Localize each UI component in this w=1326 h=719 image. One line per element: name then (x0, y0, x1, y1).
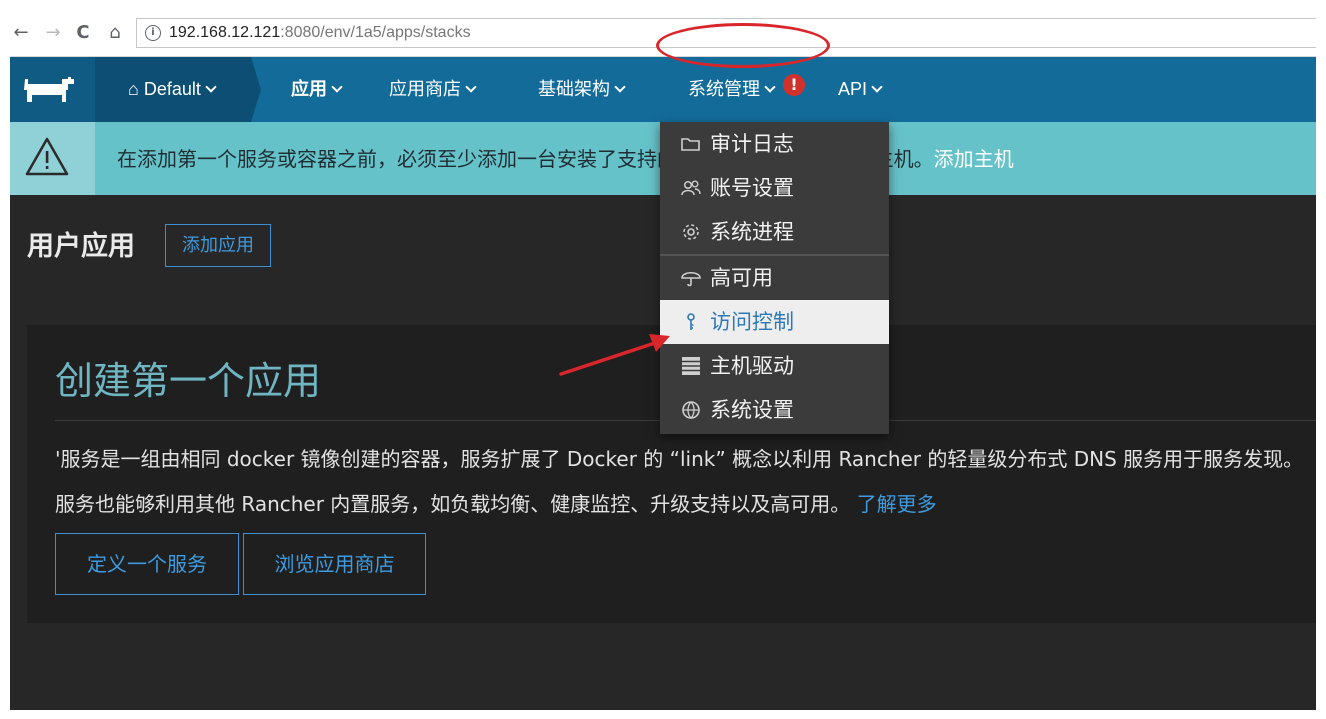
add-app-button[interactable]: 添加应用 (165, 224, 271, 267)
url-path: :8080/env/1a5/apps/stacks (280, 24, 471, 41)
forward-icon[interactable]: → (42, 22, 64, 44)
server-icon (682, 357, 700, 375)
menu-item-audit-log[interactable]: 审计日志 (660, 122, 889, 166)
alert-icon[interactable]: ! (783, 74, 805, 96)
back-icon[interactable]: ← (10, 22, 32, 44)
umbrella-icon (681, 271, 701, 287)
card-title: 创建第一个应用 (55, 359, 322, 403)
screenshot: ← → C ⌂ i 192.168.12.121:8080/env/1a5/ap… (0, 0, 1326, 719)
chevron-down-icon (764, 81, 776, 93)
menu-item-access-control[interactable]: 访问控制 (660, 300, 889, 344)
admin-dropdown-menu: 审计日志 账号设置 系统进程 高可用 访问控制 主机驱动 系统设置 (660, 122, 889, 434)
nav-api-label: API (838, 79, 868, 99)
menu-item-high-availability[interactable]: 高可用 (660, 256, 889, 300)
chevron-down-icon (465, 81, 477, 93)
nav-apps-label: 应用 (291, 79, 327, 99)
menu-item-label: 系统设置 (710, 398, 794, 422)
browser-window: ← → C ⌂ i 192.168.12.121:8080/env/1a5/ap… (10, 10, 1316, 710)
environment-name: Default (143, 79, 201, 99)
menu-item-label: 审计日志 (710, 132, 794, 156)
key-icon (687, 313, 695, 330)
rancher-logo[interactable] (10, 57, 95, 122)
annotation-highlight-ellipse (656, 23, 830, 68)
menu-item-accounts[interactable]: 账号设置 (660, 166, 889, 210)
home-outline-icon: ⌂ (128, 79, 139, 99)
chevron-down-icon (331, 81, 343, 93)
nav-admin-label: 系统管理 (688, 79, 760, 99)
menu-item-label: 主机驱动 (710, 354, 794, 378)
chevron-down-icon (871, 81, 883, 93)
menu-item-label: 系统进程 (710, 220, 794, 244)
warning-icon (25, 137, 69, 176)
menu-item-label: 高可用 (710, 266, 773, 290)
browse-catalog-button[interactable]: 浏览应用商店 (243, 533, 426, 595)
page-title: 用户应用 (27, 231, 135, 262)
card-description-2-text: 服务也能够利用其他 Rancher 内置服务，如负载均衡、健康监控、升级支持以及… (55, 492, 851, 516)
cow-logo-icon (24, 77, 74, 102)
nav-api[interactable]: API (838, 77, 883, 101)
define-service-button[interactable]: 定义一个服务 (55, 533, 239, 595)
chevron-down-icon (614, 81, 626, 93)
gear-icon (683, 224, 699, 240)
learn-more-link[interactable]: 了解更多 (857, 492, 937, 516)
nav-admin[interactable]: 系统管理 (688, 77, 776, 101)
add-host-link[interactable]: 添加主机 (934, 147, 1014, 171)
card-description-2: 服务也能够利用其他 Rancher 内置服务，如负载均衡、健康监控、升级支持以及… (55, 490, 937, 518)
nav-infrastructure[interactable]: 基础架构 (538, 77, 626, 101)
menu-item-host-drivers[interactable]: 主机驱动 (660, 344, 889, 388)
menu-item-settings[interactable]: 系统设置 (660, 388, 889, 432)
card-description-1: '服务是一组由相同 docker 镜像创建的容器，服务扩展了 Docker 的 … (55, 447, 1304, 471)
menu-item-label: 访问控制 (710, 310, 794, 334)
nav-infrastructure-label: 基础架构 (538, 79, 610, 99)
info-icon[interactable]: i (145, 25, 161, 41)
nav-apps[interactable]: 应用 (291, 77, 343, 101)
menu-item-processes[interactable]: 系统进程 (660, 210, 889, 254)
home-icon[interactable]: ⌂ (104, 22, 126, 44)
reload-icon[interactable]: C (72, 22, 94, 44)
nav-catalog-label: 应用商店 (389, 79, 461, 99)
app-header: ⌂ Default 应用 应用商店 基础架构 系统管理 ! API (10, 57, 1316, 122)
environment-menu[interactable]: ⌂ Default (128, 77, 217, 101)
globe-icon (682, 401, 700, 419)
users-icon (681, 180, 701, 196)
url-host: 192.168.12.121 (169, 24, 281, 41)
nav-catalog[interactable]: 应用商店 (389, 77, 477, 101)
chevron-down-icon (205, 81, 217, 93)
menu-item-label: 账号设置 (710, 176, 794, 200)
url-text[interactable]: 192.168.12.121:8080/env/1a5/apps/stacks (169, 23, 471, 43)
folder-icon (681, 138, 700, 151)
banner-icon-area (10, 122, 95, 195)
